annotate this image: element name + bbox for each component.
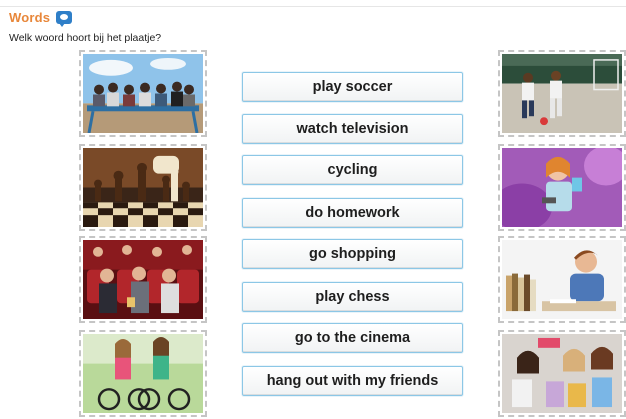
girls-shopping-image [502, 334, 622, 413]
boys-soccer-image [502, 54, 622, 133]
word-button-2[interactable]: watch television [242, 114, 463, 144]
image-girl-watching-tv[interactable] [498, 144, 626, 231]
image-friends-on-bench[interactable] [79, 50, 207, 137]
girls-cycling-image [83, 334, 203, 413]
word-button-4[interactable]: do homework [242, 198, 463, 228]
word-button-6[interactable]: play chess [242, 282, 463, 312]
word-button-5[interactable]: go shopping [242, 239, 463, 269]
cinema-audience-image [83, 240, 203, 319]
word-button-7[interactable]: go to the cinema [242, 323, 463, 353]
word-button-3[interactable]: cycling [242, 155, 463, 185]
page-title: Words [9, 10, 51, 25]
header: Words [9, 10, 73, 27]
word-button-8[interactable]: hang out with my friends [242, 366, 463, 396]
image-chess-board[interactable] [79, 144, 207, 231]
friends-on-bench-image [83, 54, 203, 133]
chess-board-image [83, 148, 203, 227]
chat-bubble-icon[interactable] [56, 11, 73, 27]
instruction-text: Welk woord hoort bij het plaatje? [9, 32, 162, 44]
image-boys-soccer[interactable] [498, 50, 626, 137]
image-boy-doing-homework[interactable] [498, 236, 626, 323]
image-cinema-audience[interactable] [79, 236, 207, 323]
boy-doing-homework-image [502, 240, 622, 319]
image-girls-cycling[interactable] [79, 330, 207, 417]
top-divider [0, 6, 626, 7]
girl-watching-tv-image [502, 148, 622, 227]
image-girls-shopping[interactable] [498, 330, 626, 417]
word-button-1[interactable]: play soccer [242, 72, 463, 102]
